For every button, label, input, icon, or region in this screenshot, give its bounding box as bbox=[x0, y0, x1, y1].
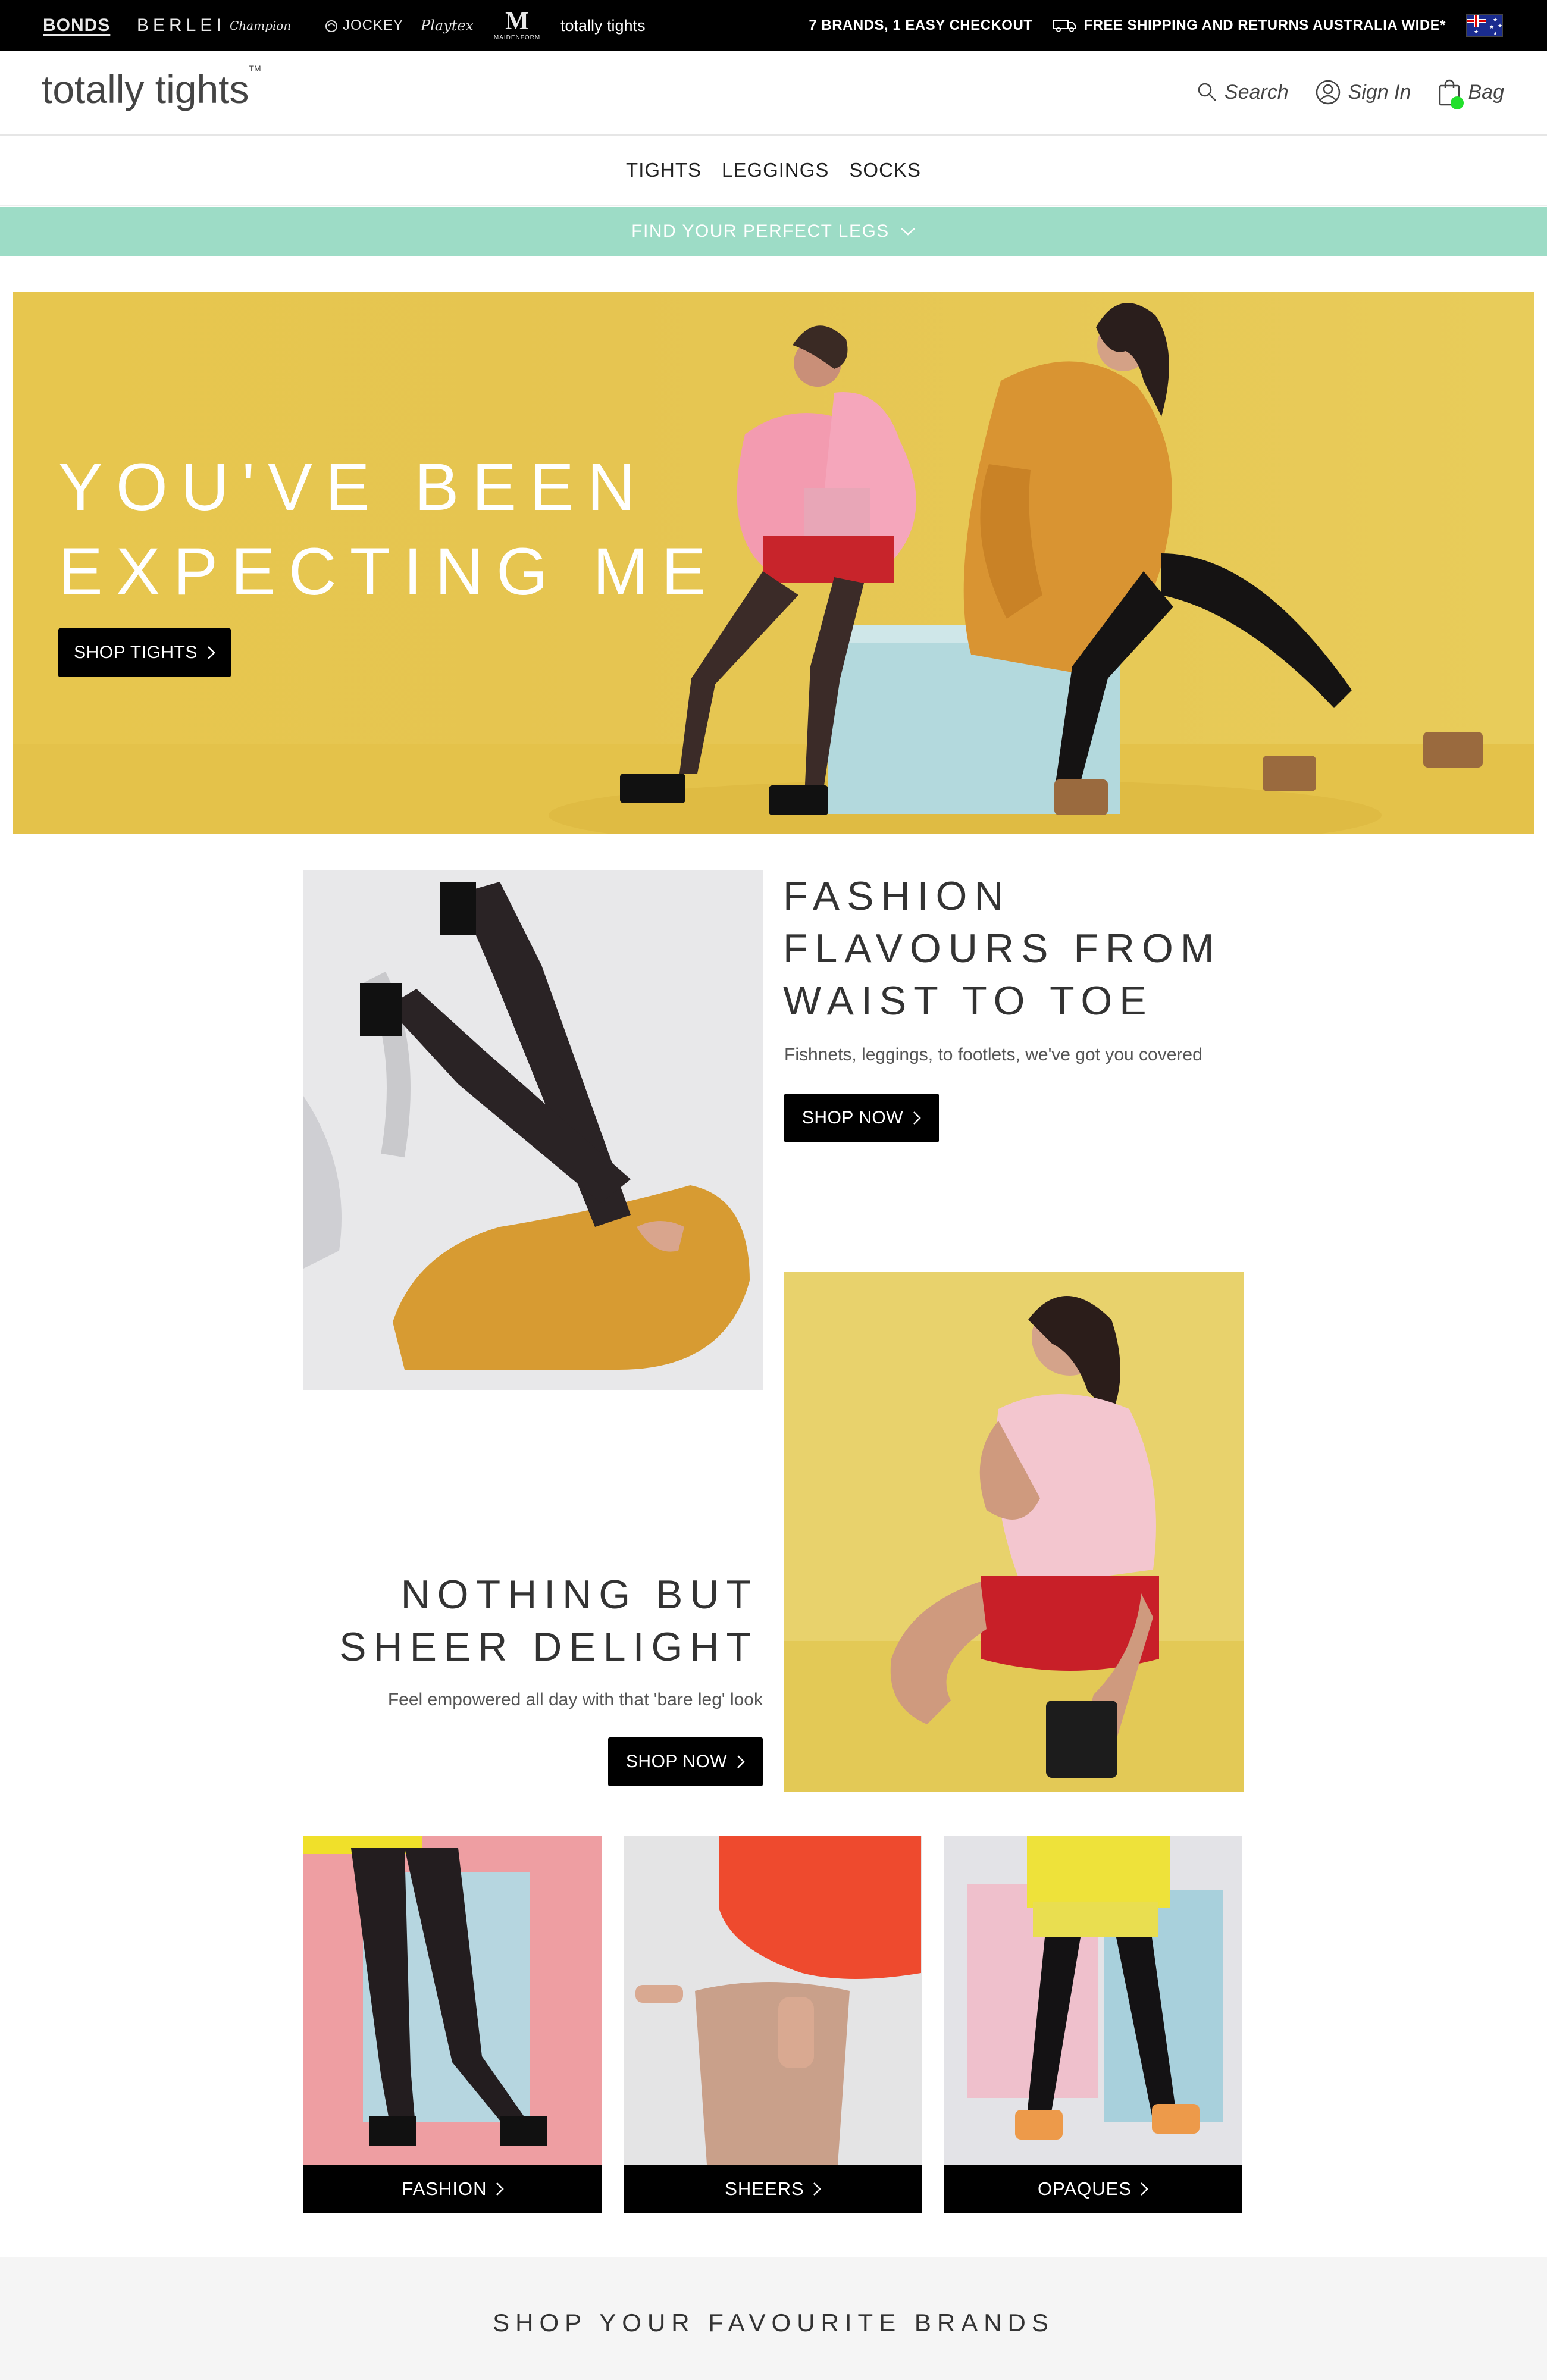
sheer-title: NOTHING BUT SHEER DELIGHT bbox=[339, 1568, 758, 1673]
chevron-right-icon bbox=[496, 2182, 504, 2196]
bag-label: Bag bbox=[1468, 80, 1505, 104]
brand-link-champion[interactable]: Champion bbox=[230, 0, 291, 51]
chevron-right-icon bbox=[207, 646, 215, 659]
fashion-shop-now-button[interactable]: SHOP NOW bbox=[784, 1094, 939, 1142]
fashion-title-line1: FASHION bbox=[783, 873, 1011, 919]
sheers-tile-photo bbox=[624, 1836, 922, 2165]
fashion-category-button[interactable]: FASHION bbox=[303, 2165, 602, 2213]
shipping-text: FREE SHIPPING AND RETURNS AUSTRALIA WIDE… bbox=[1083, 17, 1446, 33]
brand-link-playtex[interactable]: Playtex bbox=[421, 0, 474, 51]
promo-text: 7 BRANDS, 1 EASY CHECKOUT bbox=[809, 17, 1033, 33]
chevron-right-icon bbox=[813, 2182, 821, 2196]
hero-title: YOU'VE BEEN EXPECTING ME bbox=[58, 445, 719, 614]
sign-in-button[interactable]: Sign In bbox=[1315, 79, 1411, 105]
brand-link-berlei[interactable]: BERLEI bbox=[137, 0, 226, 51]
sheers-category-button[interactable]: SHEERS bbox=[624, 2165, 922, 2213]
chevron-right-icon bbox=[737, 1755, 745, 1768]
brand-link-totally-tights[interactable]: totally tights bbox=[560, 0, 646, 51]
favourite-brands-title: SHOP YOUR FAVOURITE BRANDS bbox=[493, 2309, 1054, 2337]
brand-label-jockey: JOCKEY bbox=[343, 17, 404, 33]
topbar-promos: 7 BRANDS, 1 EASY CHECKOUT FREE SHIPPING … bbox=[809, 0, 1503, 51]
bag-button[interactable]: Bag bbox=[1438, 79, 1505, 109]
maidenform-logo-mark: M bbox=[505, 8, 529, 35]
sheer-photo-model bbox=[784, 1272, 1244, 1792]
hero-title-line2: EXPECTING ME bbox=[58, 534, 719, 609]
fashion-tile-photo bbox=[303, 1836, 602, 2165]
truck-icon bbox=[1053, 20, 1077, 32]
opaques-category-button[interactable]: OPAQUES bbox=[944, 2165, 1242, 2213]
flag-star: ★ bbox=[1493, 17, 1498, 23]
fashion-photo-legs bbox=[303, 870, 763, 1390]
union-jack-canton bbox=[1467, 15, 1486, 27]
brand-link-jockey[interactable]: JOCKEY bbox=[322, 0, 403, 51]
australia-flag-icon[interactable]: ★ ★ ★ ★ ★ bbox=[1466, 14, 1503, 37]
fashion-photo bbox=[303, 870, 763, 1390]
sheer-photo bbox=[784, 1272, 1244, 1792]
category-tile-sheers[interactable] bbox=[624, 1836, 922, 2165]
sheer-title-line2: SHEER DELIGHT bbox=[339, 1624, 758, 1670]
find-perfect-legs-bar[interactable]: FIND YOUR PERFECT LEGS bbox=[0, 207, 1547, 256]
fashion-title-line3: WAIST TO TOE bbox=[783, 978, 1154, 1023]
chevron-right-icon bbox=[1141, 2182, 1148, 2196]
fashion-category-label: FASHION bbox=[402, 2178, 487, 2199]
site-header: totally tightsTM Search Sign In Bag bbox=[0, 51, 1547, 136]
fashion-title: FASHION FLAVOURS FROM WAIST TO TOE bbox=[783, 870, 1222, 1027]
sign-in-label: Sign In bbox=[1348, 80, 1411, 104]
main-nav: TIGHTS LEGGINGS SOCKS bbox=[0, 136, 1547, 206]
shipping-promo[interactable]: FREE SHIPPING AND RETURNS AUSTRALIA WIDE… bbox=[1053, 17, 1446, 34]
logo-text: totally tights bbox=[42, 67, 249, 111]
chevron-right-icon bbox=[913, 1111, 921, 1125]
sheer-shop-now-label: SHOP NOW bbox=[625, 1752, 728, 1771]
brand-bar: BONDS BERLEI Champion JOCKEY Playtex M M… bbox=[0, 0, 1547, 51]
hero-banner: YOU'VE BEEN EXPECTING ME SHOP TIGHTS bbox=[13, 292, 1534, 834]
brand-link-maidenform[interactable]: M MAIDENFORM bbox=[491, 0, 543, 51]
nav-item-socks[interactable]: SOCKS bbox=[849, 159, 921, 181]
nav-item-leggings[interactable]: LEGGINGS bbox=[722, 159, 829, 181]
fashion-shop-now-label: SHOP NOW bbox=[801, 1108, 904, 1128]
category-tile-opaques[interactable] bbox=[944, 1836, 1242, 2165]
favourite-brands-section: SHOP YOUR FAVOURITE BRANDS bbox=[0, 2257, 1547, 2380]
search-icon bbox=[1198, 83, 1216, 101]
opaques-tile-photo bbox=[944, 1836, 1242, 2165]
logo-trademark: TM bbox=[249, 64, 261, 73]
sheer-shop-now-button[interactable]: SHOP NOW bbox=[608, 1737, 763, 1786]
brand-link-bonds[interactable]: BONDS bbox=[43, 0, 110, 51]
flag-star: ★ bbox=[1474, 29, 1479, 35]
header-actions: Search Sign In Bag bbox=[1197, 79, 1505, 109]
hero-title-line1: YOU'VE BEEN bbox=[58, 450, 649, 524]
opaques-category-label: OPAQUES bbox=[1037, 2178, 1132, 2199]
search-label: Search bbox=[1224, 80, 1289, 104]
site-logo[interactable]: totally tightsTM bbox=[42, 64, 261, 112]
flag-star: ★ bbox=[1493, 30, 1498, 36]
sheers-category-label: SHEERS bbox=[725, 2178, 804, 2199]
shop-tights-label: SHOP TIGHTS bbox=[74, 643, 198, 662]
category-tile-fashion[interactable] bbox=[303, 1836, 602, 2165]
shop-tights-button[interactable]: SHOP TIGHTS bbox=[58, 628, 231, 677]
fashion-subtitle: Fishnets, leggings, to footlets, we've g… bbox=[784, 1045, 1202, 1064]
flag-star: ★ bbox=[1498, 23, 1503, 29]
bag-status-dot bbox=[1450, 96, 1464, 109]
maidenform-logo-text: MAIDENFORM bbox=[493, 35, 541, 41]
user-icon bbox=[1316, 80, 1340, 105]
search-button[interactable]: Search bbox=[1197, 81, 1289, 104]
nav-item-tights[interactable]: TIGHTS bbox=[626, 159, 702, 181]
fashion-title-line2: FLAVOURS FROM bbox=[783, 926, 1222, 971]
finder-label: FIND YOUR PERFECT LEGS bbox=[631, 221, 890, 241]
jockey-logo-icon bbox=[325, 20, 337, 32]
sheer-title-line1: NOTHING BUT bbox=[400, 1572, 758, 1617]
chevron-down-icon bbox=[900, 228, 915, 236]
flag-star: ★ bbox=[1489, 24, 1495, 30]
sheer-subtitle: Feel empowered all day with that 'bare l… bbox=[387, 1690, 763, 1709]
